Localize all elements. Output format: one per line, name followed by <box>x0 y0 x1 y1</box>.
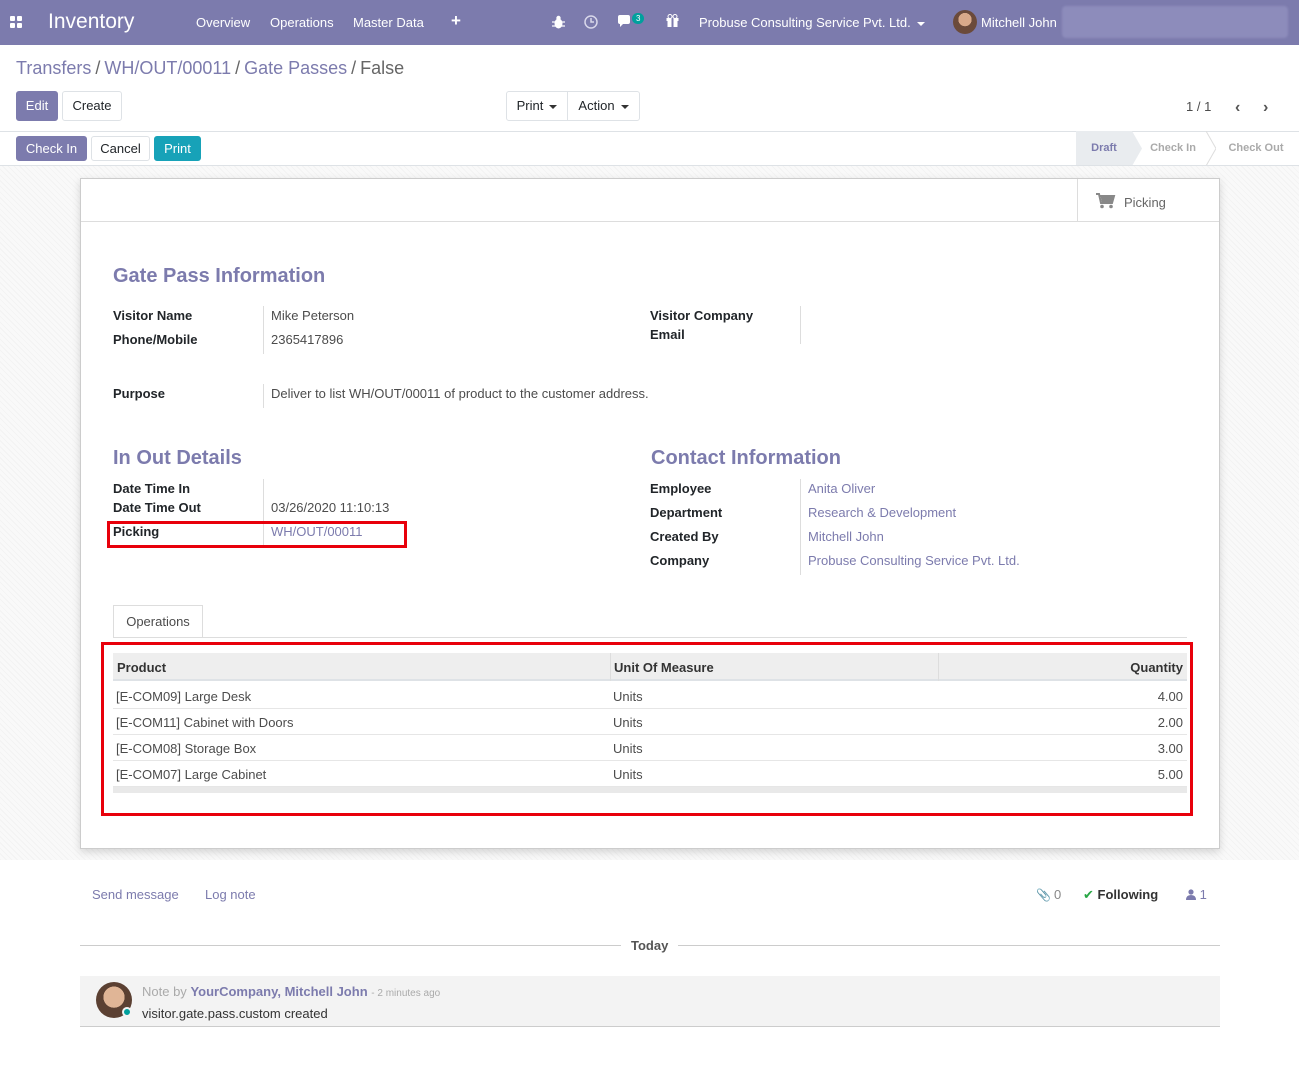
message-count-badge: 3 <box>632 13 645 24</box>
gate-pass-title: Gate Pass Information <box>113 265 326 287</box>
attachments-button[interactable]: 📎 0 <box>1036 887 1061 902</box>
date-in-label: Date Time In <box>113 481 191 496</box>
picking-smart-button-label: Picking <box>1124 195 1166 210</box>
stage-arrow-icon <box>1206 131 1216 166</box>
print-button[interactable]: Print <box>154 136 201 161</box>
edit-button[interactable]: Edit <box>16 91 58 121</box>
highlight-box <box>101 642 1193 816</box>
phone-label: Phone/Mobile <box>113 332 198 347</box>
note-prefix: Note by <box>142 984 187 999</box>
date-out-label: Date Time Out <box>113 500 201 515</box>
department-label: Department <box>650 505 723 520</box>
gift-icon[interactable] <box>666 14 679 27</box>
bug-icon[interactable] <box>552 15 565 29</box>
email-label: Email <box>650 327 685 342</box>
contact-title: Contact Information <box>651 447 841 469</box>
divider <box>81 221 1219 222</box>
caret-down-icon <box>916 21 925 26</box>
breadcrumb-current: False <box>360 58 405 78</box>
divider <box>800 306 801 344</box>
shopping-cart-icon <box>1096 193 1116 209</box>
following-label: Following <box>1097 887 1159 902</box>
breadcrumb-picking[interactable]: WH/OUT/00011 <box>104 58 231 78</box>
note-meta: Note by YourCompany, Mitchell John - 2 m… <box>142 984 440 999</box>
cancel-button[interactable]: Cancel <box>91 136 150 161</box>
tab-operations[interactable]: Operations <box>113 605 203 638</box>
pager-value[interactable]: 1 / 1 <box>1186 99 1211 114</box>
divider <box>800 479 801 575</box>
action-dropdown[interactable]: Action <box>567 91 640 121</box>
plus-icon[interactable]: + <box>451 11 461 31</box>
note-author[interactable]: YourCompany, Mitchell John <box>190 984 367 999</box>
company-link[interactable]: Probuse Consulting Service Pvt. Ltd. <box>808 553 1020 568</box>
user-avatar[interactable] <box>953 10 977 34</box>
chevron-right-icon[interactable]: › <box>1263 99 1268 117</box>
company-label: Company <box>650 553 710 568</box>
check-in-button[interactable]: Check In <box>16 136 87 161</box>
menu-operations[interactable]: Operations <box>270 15 334 30</box>
action-dropdown-label: Action <box>578 98 615 113</box>
visitor-name-label: Visitor Name <box>113 308 193 323</box>
top-navbar: Inventory Overview Operations Master Dat… <box>0 0 1299 45</box>
clock-icon[interactable] <box>584 15 598 29</box>
note-body: visitor.gate.pass.custom created <box>142 1006 328 1021</box>
purpose-value: Deliver to list WH/OUT/00011 of product … <box>271 386 649 401</box>
message-note: Note by YourCompany, Mitchell John - 2 m… <box>80 976 1220 1027</box>
chevron-left-icon[interactable]: ‹ <box>1235 99 1240 117</box>
caret-down-icon <box>549 104 558 109</box>
in-out-title: In Out Details <box>113 447 242 469</box>
followers-count: 1 <box>1199 887 1207 902</box>
send-message-button[interactable]: Send message <box>92 887 179 902</box>
picking-smart-button[interactable]: Picking <box>1077 179 1219 221</box>
divider <box>80 945 621 946</box>
divider <box>678 945 1220 946</box>
created-by-link[interactable]: Mitchell John <box>808 529 884 544</box>
employee-label: Employee <box>650 481 712 496</box>
apps-menu-icon[interactable] <box>10 16 22 28</box>
user-icon <box>1186 889 1196 900</box>
divider <box>263 384 264 408</box>
created-by-label: Created By <box>650 529 719 544</box>
purpose-label: Purpose <box>113 386 166 401</box>
phone-value: 2365417896 <box>271 332 344 347</box>
online-status-icon <box>122 1007 132 1017</box>
employee-link[interactable]: Anita Oliver <box>808 481 875 496</box>
caret-down-icon <box>620 104 629 109</box>
stage-draft[interactable]: Draft <box>1076 131 1132 166</box>
status-bar: Draft Check In Check Out <box>1076 131 1299 166</box>
department-link[interactable]: Research & Development <box>808 505 956 520</box>
today-separator: Today <box>631 938 669 953</box>
company-switcher[interactable]: Probuse Consulting Service Pvt. Ltd. <box>699 15 925 30</box>
breadcrumb-transfers[interactable]: Transfers <box>16 58 91 78</box>
date-out-value: 03/26/2020 11:10:13 <box>271 500 390 515</box>
create-button[interactable]: Create <box>62 91 122 121</box>
menu-master-data[interactable]: Master Data <box>353 15 424 30</box>
menu-overview[interactable]: Overview <box>196 15 250 30</box>
attachments-count: 0 <box>1053 887 1062 902</box>
note-time: - 2 minutes ago <box>371 988 441 999</box>
print-dropdown[interactable]: Print <box>506 91 568 121</box>
divider <box>113 637 1187 638</box>
visitor-company-label: Visitor Company <box>650 308 754 323</box>
print-dropdown-label: Print <box>516 98 544 113</box>
app-title[interactable]: Inventory <box>48 10 134 34</box>
breadcrumb-gate-passes[interactable]: Gate Passes <box>244 58 347 78</box>
paperclip-icon: 📎 <box>1036 888 1051 902</box>
visitor-name-value: Mike Peterson <box>271 308 355 323</box>
company-name: Probuse Consulting Service Pvt. Ltd. <box>699 15 911 30</box>
following-button[interactable]: ✔ Following <box>1083 887 1158 903</box>
stage-check-out[interactable]: Check Out <box>1218 131 1294 166</box>
followers-button[interactable]: 1 <box>1186 887 1207 902</box>
check-icon: ✔ <box>1083 887 1094 902</box>
highlight-box <box>107 521 407 548</box>
blurred-region <box>1062 6 1288 38</box>
chat-icon[interactable] <box>617 15 633 29</box>
log-note-button[interactable]: Log note <box>205 887 256 902</box>
user-name[interactable]: Mitchell John <box>981 15 1057 30</box>
divider <box>263 306 264 354</box>
breadcrumb: Transfers / WH/OUT/00011/Gate Passes / False <box>16 58 405 78</box>
stage-check-in[interactable]: Check In <box>1138 131 1208 166</box>
